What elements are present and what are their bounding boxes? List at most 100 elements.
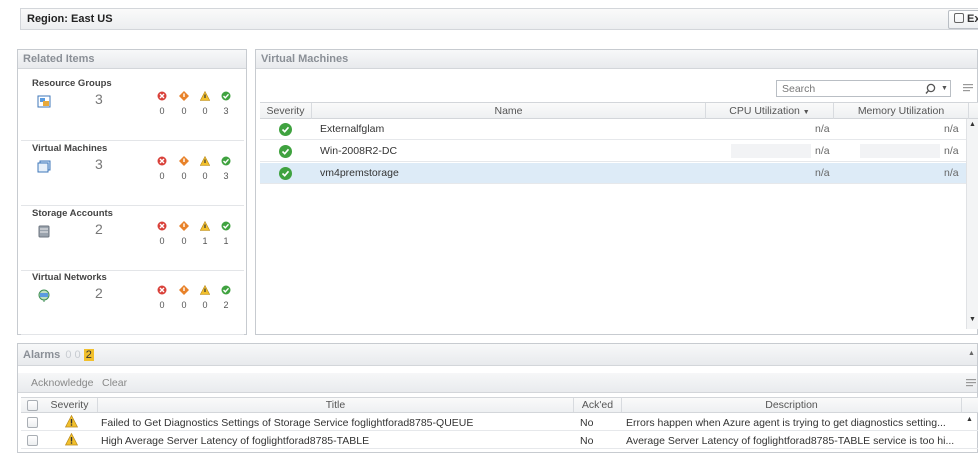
major-count[interactable]: 0 [178,236,190,246]
vm-scrollbar[interactable]: ▲ ▼ [966,119,978,329]
alarms-title: Alarms [23,349,61,361]
col-severity[interactable]: Severity [260,103,312,119]
major-severity-icon [179,91,189,101]
warning-severity-icon [199,90,211,101]
related-item-virtual-networks[interactable]: Virtual Networks 2 0 0 0 2 [21,272,244,335]
alarm-col-acked-label: Ack'ed [581,399,614,411]
col-cpu-label: CPU Utilization [729,105,800,117]
alarms-count-critical[interactable]: 0 [65,349,71,361]
major-count[interactable]: 0 [178,300,190,310]
related-item-count[interactable]: 2 [95,221,103,237]
normal-severity-icon [221,91,231,101]
normal-count[interactable]: 2 [220,300,232,310]
alarm-col-severity[interactable]: Severity [42,398,98,412]
alarms-header: Alarms 0 0 2 [18,344,977,366]
alarm-col-acked[interactable]: Ack'ed [574,398,622,412]
vm-name[interactable]: Win-2008R2-DC [320,145,397,157]
vm-cpu: n/a [815,123,830,135]
alarm-title[interactable]: Failed to Get Diagnostics Settings of St… [101,417,473,429]
related-item-count[interactable]: 3 [95,91,103,107]
normal-count[interactable]: 3 [220,106,232,116]
clear-button[interactable]: Clear [102,377,127,389]
search-icon[interactable] [925,83,939,98]
resource-group-icon [37,95,51,108]
vm-table-row[interactable]: Win-2008R2-DC n/a n/a [260,141,966,162]
warning-severity-icon [199,155,211,166]
alarm-title[interactable]: High Average Server Latency of foglightf… [101,435,369,447]
alarms-count-major[interactable]: 0 [75,349,81,361]
critical-severity-icon [157,156,167,166]
normal-severity-icon [221,285,231,295]
virtual-machines-title: Virtual Machines [256,50,977,69]
vm-memory: n/a [944,167,959,179]
related-item-count[interactable]: 2 [95,285,103,301]
warning-count[interactable]: 0 [199,106,211,116]
normal-status-icon [279,167,292,180]
warning-count[interactable]: 1 [199,236,211,246]
major-count[interactable]: 0 [178,106,190,116]
select-all-checkbox[interactable] [27,400,38,411]
col-memory[interactable]: Memory Utilization [834,103,969,119]
col-name[interactable]: Name [312,103,706,119]
alarm-col-title[interactable]: Title [98,398,574,412]
search-dropdown-icon[interactable]: ▼ [941,85,948,92]
alarm-row[interactable]: High Average Server Latency of foglightf… [21,432,978,449]
normal-count[interactable]: 1 [220,236,232,246]
region-title: Region: East US [27,13,113,25]
col-cpu[interactable]: CPU Utilization ▼ [706,103,834,119]
critical-severity-icon [157,91,167,101]
acknowledge-button[interactable]: Acknowledge [31,377,93,389]
normal-status-icon [279,123,292,136]
col-severity-label: Severity [266,105,305,117]
alarm-col-severity-label: Severity [50,399,89,411]
scroll-up-icon[interactable]: ▲ [969,121,976,128]
column-settings-icon[interactable] [963,84,973,93]
alarms-column-settings-icon[interactable] [966,379,976,391]
critical-count[interactable]: 0 [156,106,168,116]
vm-name[interactable]: Externalfglam [320,123,384,135]
related-item-virtual-machines[interactable]: Virtual Machines 3 0 0 0 3 [21,143,244,206]
alarms-count-warning[interactable]: 2 [83,349,94,361]
scroll-down-icon[interactable]: ▼ [969,316,976,323]
warning-severity-icon [199,284,211,295]
critical-severity-icon [157,221,167,231]
explore-button[interactable]: Explo [948,10,978,29]
alarms-scroll-up-icon[interactable]: ▲ [966,416,973,423]
storage-account-icon [37,225,51,238]
virtual-machine-icon [37,160,51,173]
alarm-row-checkbox[interactable] [27,417,38,428]
major-severity-icon [179,221,189,231]
alarm-col-description[interactable]: Description [622,398,962,412]
alarm-row[interactable]: Failed to Get Diagnostics Settings of St… [21,414,978,431]
memory-sparkline-area [860,144,940,158]
alarm-acked: No [580,417,594,429]
normal-status-icon [279,145,292,158]
sort-desc-icon: ▼ [802,109,810,116]
major-count[interactable]: 0 [178,171,190,181]
related-item-count[interactable]: 3 [95,156,103,172]
vm-cpu: n/a [815,167,830,179]
vm-name[interactable]: vm4premstorage [320,167,399,179]
alarm-col-title-label: Title [325,399,346,411]
alarms-toolbar: Acknowledge Clear [18,373,977,393]
alarm-acked: No [580,435,594,447]
warning-count[interactable]: 0 [199,171,211,181]
alarm-row-checkbox[interactable] [27,435,38,446]
critical-count[interactable]: 0 [156,171,168,181]
alarm-col-description-label: Description [765,399,818,411]
normal-count[interactable]: 3 [220,171,232,181]
warning-severity-icon [199,220,211,231]
vm-table-row[interactable]: vm4premstorage n/a n/a [260,163,966,184]
vm-search-input[interactable]: Search ▼ [776,80,951,97]
critical-count[interactable]: 0 [156,236,168,246]
collapse-alarms-icon[interactable]: ▲ [968,350,975,357]
warning-count[interactable]: 0 [199,300,211,310]
related-item-resource-groups[interactable]: Resource Groups 3 0 0 0 3 [21,78,244,141]
vm-table-header: Severity Name CPU Utilization ▼ Memory U… [260,102,978,119]
vm-table-row[interactable]: Externalfglam n/a n/a [260,119,966,140]
vm-cpu: n/a [815,145,830,157]
virtual-network-icon [37,289,51,302]
critical-count[interactable]: 0 [156,300,168,310]
related-item-storage-accounts[interactable]: Storage Accounts 2 0 0 1 1 [21,208,244,271]
normal-severity-icon [221,156,231,166]
